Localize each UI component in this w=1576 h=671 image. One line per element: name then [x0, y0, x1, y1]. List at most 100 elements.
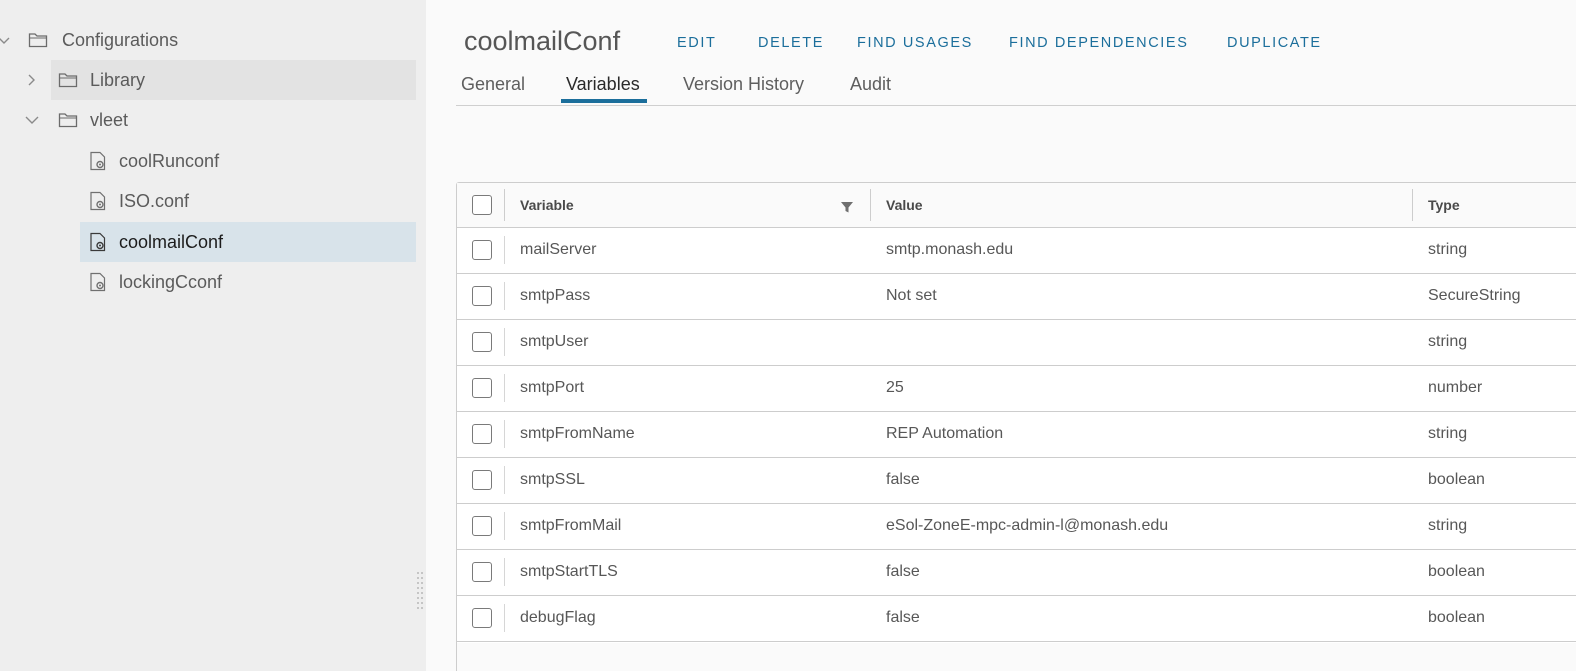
cell-type: string — [1428, 333, 1468, 350]
folder-icon — [28, 30, 48, 50]
cell-type: SecureString — [1428, 287, 1521, 304]
chevron-right-icon[interactable] — [23, 72, 39, 88]
navigation-sidebar: Configurations Library vleet coolRunconf… — [0, 0, 426, 671]
variables-table: Variable Value Type mailServer smtp.monas… — [456, 182, 1576, 671]
cell-variable: smtpSSL — [520, 471, 585, 488]
select-all-checkbox[interactable] — [472, 195, 492, 215]
row-checkbox[interactable] — [472, 378, 492, 398]
tree-label: ISO.conf — [119, 191, 190, 211]
duplicate-button[interactable]: DUPLICATE — [1227, 35, 1322, 51]
column-separator — [870, 189, 871, 221]
tree-item-coolmailconf[interactable]: coolmailConf — [80, 222, 416, 262]
main-panel: coolmailConf EDIT DELETE FIND USAGES FIN… — [426, 0, 1576, 671]
tree-item-iso-conf[interactable]: ISO.conf — [80, 181, 416, 221]
table-row[interactable]: mailServer smtp.monash.edu string — [457, 228, 1576, 274]
column-separator — [504, 328, 505, 356]
column-header-value[interactable]: Value — [886, 197, 923, 213]
column-separator — [504, 512, 505, 540]
cell-value: false — [886, 563, 920, 580]
table-row[interactable]: smtpPort 25 number — [457, 366, 1576, 412]
table-footer — [457, 643, 1576, 671]
cell-variable: smtpFromName — [520, 425, 635, 442]
tab-bar: General Variables Version History Audit — [456, 62, 1576, 106]
filter-icon[interactable] — [840, 200, 854, 214]
cell-type: string — [1428, 425, 1468, 442]
row-checkbox[interactable] — [472, 608, 492, 628]
cell-value: false — [886, 609, 920, 626]
cell-value: Not set — [886, 287, 937, 304]
tab-audit[interactable]: Audit — [850, 74, 891, 106]
table-row[interactable]: smtpStartTLS false boolean — [457, 550, 1576, 596]
column-header-variable[interactable]: Variable — [520, 197, 574, 213]
find-dependencies-button[interactable]: FIND DEPENDENCIES — [1009, 35, 1188, 51]
cell-value: false — [886, 471, 920, 488]
cell-variable: smtpUser — [520, 333, 589, 350]
column-separator — [504, 604, 505, 632]
chevron-down-icon[interactable] — [0, 32, 12, 48]
row-checkbox[interactable] — [472, 562, 492, 582]
row-checkbox[interactable] — [472, 240, 492, 260]
edit-button[interactable]: EDIT — [677, 35, 716, 51]
tree-label: Configurations — [62, 30, 179, 50]
tab-general[interactable]: General — [461, 74, 525, 106]
tree-label: vleet — [90, 110, 129, 130]
cell-value: smtp.monash.edu — [886, 241, 1014, 258]
column-header-type[interactable]: Type — [1428, 197, 1460, 213]
table-row[interactable]: smtpPass Not set SecureString — [457, 274, 1576, 320]
table-row[interactable]: smtpFromMail eSol-ZoneE-mpc-admin-l@monas… — [457, 504, 1576, 550]
config-gear-icon — [88, 151, 108, 171]
tree-folder-vleet[interactable]: vleet — [25, 100, 416, 140]
page-title: coolmailConf — [464, 26, 621, 56]
folder-icon — [58, 70, 78, 90]
tree-label: coolmailConf — [119, 232, 224, 252]
tree-item-coolrunconf[interactable]: coolRunconf — [80, 141, 416, 181]
table-row[interactable]: smtpUser string — [457, 320, 1576, 366]
cell-type: boolean — [1428, 563, 1485, 580]
cell-type: boolean — [1428, 609, 1485, 626]
cell-variable: smtpFromMail — [520, 517, 622, 534]
column-separator — [1412, 189, 1413, 221]
row-checkbox[interactable] — [472, 470, 492, 490]
config-gear-icon — [88, 232, 108, 252]
folder-icon — [58, 110, 78, 130]
row-checkbox[interactable] — [472, 286, 492, 306]
cell-value: REP Automation — [886, 425, 1004, 442]
column-separator — [504, 558, 505, 586]
table-row[interactable]: smtpSSL false boolean — [457, 458, 1576, 504]
config-gear-icon — [88, 191, 108, 211]
tree-item-lockingcconf[interactable]: lockingCconf — [80, 262, 416, 302]
cell-type: boolean — [1428, 471, 1485, 488]
cell-value: 25 — [886, 379, 904, 396]
sidebar-resize-handle[interactable] — [417, 572, 424, 612]
cell-variable: mailServer — [520, 241, 597, 258]
cell-value: eSol-ZoneE-mpc-admin-l@monash.edu — [886, 517, 1169, 534]
find-usages-button[interactable]: FIND USAGES — [857, 35, 973, 51]
column-separator — [504, 236, 505, 264]
row-checkbox[interactable] — [472, 516, 492, 536]
cell-type: string — [1428, 517, 1468, 534]
column-separator — [504, 374, 505, 402]
row-checkbox[interactable] — [472, 332, 492, 352]
tree-label: coolRunconf — [119, 151, 220, 171]
chevron-down-icon[interactable] — [24, 112, 40, 128]
active-tab-indicator — [561, 99, 647, 103]
row-checkbox[interactable] — [472, 424, 492, 444]
table-row[interactable]: smtpFromName REP Automation string — [457, 412, 1576, 458]
config-gear-icon — [88, 272, 108, 292]
cell-variable: smtpStartTLS — [520, 563, 618, 580]
table-row[interactable]: debugFlag false boolean — [457, 596, 1576, 642]
tree-label: Library — [90, 70, 146, 90]
cell-variable: debugFlag — [520, 609, 596, 626]
tree-root-configurations[interactable]: Configurations — [0, 20, 416, 60]
cell-type: number — [1428, 379, 1483, 396]
table-header: Variable Value Type — [457, 183, 1576, 228]
cell-type: string — [1428, 241, 1468, 258]
tree-label: lockingCconf — [119, 272, 223, 292]
cell-variable: smtpPort — [520, 379, 585, 396]
delete-button[interactable]: DELETE — [758, 35, 824, 51]
column-separator — [504, 282, 505, 310]
column-separator — [504, 466, 505, 494]
tab-version-history[interactable]: Version History — [683, 74, 804, 106]
cell-variable: smtpPass — [520, 287, 591, 304]
tree-folder-library[interactable]: Library — [28, 60, 416, 100]
